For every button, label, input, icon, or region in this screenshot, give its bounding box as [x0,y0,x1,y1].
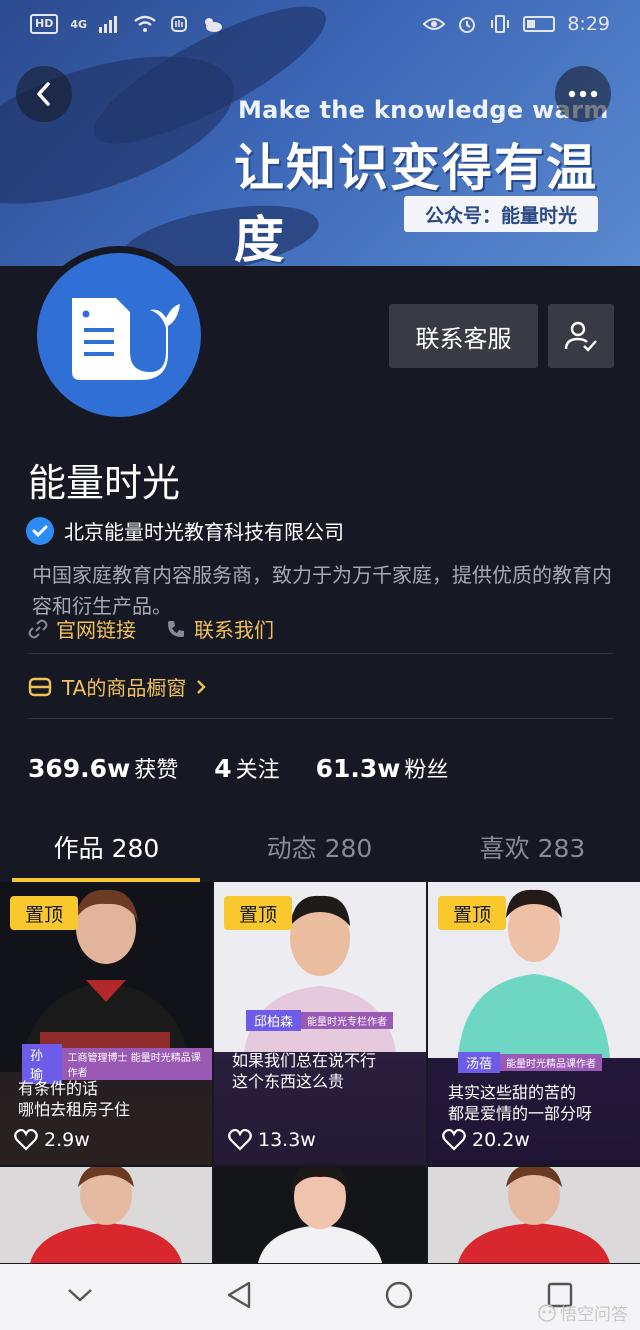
website-link[interactable]: 官网链接 [28,614,136,643]
video-thumbnail[interactable] [428,1167,640,1263]
following-stat[interactable]: 4 关注 [214,752,279,784]
collapse-button[interactable] [66,1287,94,1307]
nav-back-button[interactable] [226,1280,252,1314]
more-icon [568,90,598,98]
contact-us-label: 联系我们 [194,618,274,642]
presenter-nameplate: 邱柏森 能量时光专栏作者 [246,1008,394,1032]
tab-moments[interactable]: 动态 280 [213,826,426,882]
status-time: 8:29 [567,13,610,35]
status-bar: HD 4G 8:29 [0,0,640,48]
followers-stat[interactable]: 61.3w 粉丝 [316,752,449,784]
tab-works[interactable]: 作品 280 [0,826,213,882]
video-thumbnail[interactable]: 置顶 邱柏森 能量时光专栏作者 如果我们总在说不行 这个东西这么贵 13.3w [214,882,426,1165]
presenter-image [428,1167,640,1263]
pinned-badge: 置顶 [438,896,506,930]
video-thumbnail[interactable]: 置顶 汤蓓 能量时光精品课作者 其实这些甜的苦的 都是爱情的一部分呀 20.2w [428,882,640,1165]
network-4g-label: 4G [70,17,88,31]
profile-stats: 369.6w 获赞 4 关注 61.3w 粉丝 [28,752,448,784]
verified-company: 北京能量时光教育科技有限公司 [26,516,344,545]
eye-icon [423,18,446,30]
video-grid: 置顶 孙瑜 工商管理博士 能量时光精品课作者 有条件的话 哪怕去租房子住 2.9… [0,882,640,1263]
video-thumbnail[interactable] [0,1167,212,1263]
link-icon [28,619,48,638]
divider [28,653,613,654]
profile-description: 中国家庭教育内容服务商，致力于为万千家庭，提供优质的教育内容和衍生产品。 [32,563,612,618]
profile-name: 能量时光 [28,461,181,505]
video-caption: 有条件的话 哪怕去租房子住 [18,1079,131,1119]
shop-window-link[interactable]: TA的商品橱窗 [28,672,207,701]
chevron-right-icon [197,679,207,694]
phone-icon [168,620,184,637]
presenter-image [0,1167,212,1263]
website-link-label: 官网链接 [56,618,136,642]
hd-badge: HD [30,14,59,34]
user-check-icon [564,321,597,352]
tab-liked[interactable]: 喜欢 283 [426,826,639,882]
presenter-name: 邱柏森 [246,1009,302,1031]
follow-button[interactable] [548,304,614,368]
document-whale-logo-icon [72,298,180,380]
likes-stat[interactable]: 369.6w 获赞 [28,752,178,784]
banner-public-account-tag: 公众号：能量时光 [404,196,598,232]
video-thumbnail[interactable] [214,1167,426,1263]
like-count: 13.3w [228,1129,316,1151]
weather-icon [205,18,223,32]
verified-check-icon [26,516,54,545]
presenter-title: 能量时光精品课作者 [500,1053,603,1071]
like-count: 20.2w [442,1129,530,1151]
heart-icon [228,1129,252,1151]
divider [28,718,613,719]
banner-slogan-english: Make the knowledge warm [238,96,609,124]
contact-us-link[interactable]: 联系我们 [166,614,274,643]
circle-home-icon [385,1281,413,1309]
presenter-title: 工商管理博士 能量时光精品课作者 [61,1048,212,1080]
like-count: 2.9w [14,1129,90,1151]
alarm-icon [459,17,476,33]
more-button[interactable] [555,66,611,122]
shop-icon [28,677,52,696]
battery-icon [523,16,556,32]
shop-window-label: TA的商品橱窗 [62,676,187,700]
presenter-name: 汤蓓 [458,1051,501,1073]
presenter-nameplate: 汤蓓 能量时光精品课作者 [458,1050,603,1074]
contact-service-button[interactable]: 联系客服 [389,304,538,368]
hand-icon [171,16,188,32]
triangle-back-icon [227,1281,251,1309]
heart-icon [442,1129,466,1151]
profile-links: 官网链接 联系我们 [28,614,274,643]
verified-company-name: 北京能量时光教育科技有限公司 [64,520,344,544]
wukong-logo-icon [538,1303,556,1322]
presenter-title: 能量时光专栏作者 [301,1011,394,1029]
vibrate-icon [491,15,510,33]
video-thumbnail[interactable]: 置顶 孙瑜 工商管理博士 能量时光精品课作者 有条件的话 哪怕去租房子住 2.9… [0,882,212,1165]
content-tabs: 作品 280 动态 280 喜欢 283 [0,826,640,882]
presenter-image [214,1167,426,1263]
chevron-down-icon [68,1289,92,1302]
video-caption: 如果我们总在说不行 这个东西这么贵 [232,1051,377,1091]
chevron-left-icon [37,82,50,106]
signal-icon [99,16,118,33]
heart-icon [14,1129,38,1151]
avatar[interactable] [30,246,208,424]
nav-home-button[interactable] [384,1280,414,1314]
back-button[interactable] [16,66,72,122]
watermark: 悟空问答 [538,1300,628,1325]
pinned-badge: 置顶 [10,896,78,930]
presenter-nameplate: 孙瑜 工商管理博士 能量时光精品课作者 [22,1044,212,1084]
wifi-icon [134,15,156,32]
video-caption: 其实这些甜的苦的 都是爱情的一部分呀 [448,1083,593,1123]
profile-page: Make the knowledge warm 让知识变得有温度 公众号：能量时… [0,0,640,1330]
pinned-badge: 置顶 [224,896,292,930]
